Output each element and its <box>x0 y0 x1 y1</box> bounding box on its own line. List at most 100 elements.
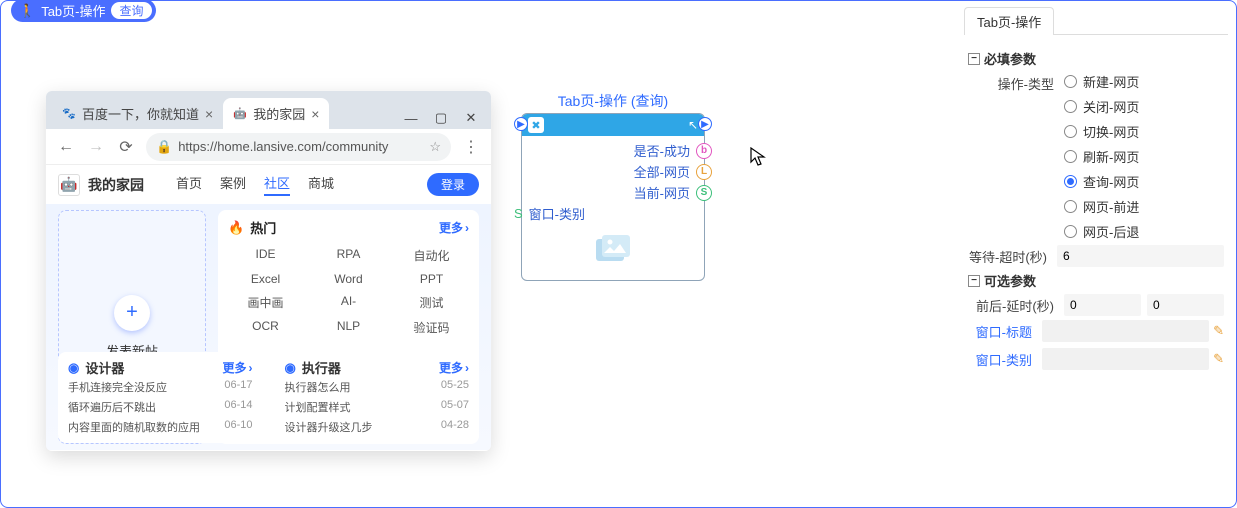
op-type-radio[interactable]: 查询-网页 <box>1064 172 1224 191</box>
edit-icon[interactable]: ✎ <box>1213 351 1224 367</box>
node-output-row[interactable]: 全部-网页 L <box>528 161 698 182</box>
browser-menu-icon[interactable]: ⋮ <box>461 137 481 157</box>
plus-icon: + <box>114 295 150 331</box>
site-logo-icon: 🤖 <box>58 174 80 196</box>
output-label: 是否-成功 <box>634 141 690 160</box>
hot-tag[interactable]: Excel <box>228 270 303 288</box>
login-button[interactable]: 登录 <box>427 173 479 196</box>
more-link[interactable]: 更多 › <box>222 359 252 376</box>
string-port-icon[interactable]: S <box>696 185 712 201</box>
hot-tag[interactable]: Word <box>311 270 386 288</box>
bookmark-star-icon[interactable]: ☆ <box>429 139 441 155</box>
browser-tab[interactable]: 🐾 百度一下，你就知道 × <box>52 98 223 129</box>
nav-item-active[interactable]: 社区 <box>264 173 290 196</box>
exec-out-port[interactable]: ▶ <box>698 117 712 131</box>
section-required[interactable]: − 必填参数 <box>968 49 1224 68</box>
hot-tag[interactable]: 自动化 <box>394 245 469 266</box>
window-class-input[interactable] <box>1042 348 1209 370</box>
field-label-delay: 前后-延时(秒) <box>968 294 1064 315</box>
lock-icon: 🔒 <box>156 139 172 155</box>
card-icon: ◉ <box>68 360 79 376</box>
window-title-input[interactable] <box>1042 320 1209 342</box>
more-link[interactable]: 更多› <box>439 219 469 236</box>
hot-tag[interactable]: IDE <box>228 245 303 266</box>
address-bar[interactable]: 🔒 https://home.lansive.com/community ☆ <box>146 133 451 161</box>
hot-tag[interactable]: RPA <box>311 245 386 266</box>
hot-tag[interactable]: 画中画 <box>228 292 303 313</box>
nav-item[interactable]: 案例 <box>220 173 246 196</box>
string-port-icon[interactable]: S <box>514 206 523 221</box>
list-port-icon[interactable]: L <box>696 164 712 180</box>
radio-label: 切换-网页 <box>1083 122 1139 141</box>
radio-icon <box>1064 225 1077 238</box>
exec-in-port[interactable]: ▶ <box>514 117 528 131</box>
favicon-icon: 🐾 <box>62 107 76 121</box>
hot-tag[interactable]: PPT <box>394 270 469 288</box>
window-minimize-icon[interactable]: — <box>397 107 425 129</box>
node-output-row[interactable]: 是否-成功 b <box>528 140 698 161</box>
nav-forward-icon[interactable]: → <box>86 138 106 156</box>
node-output-row[interactable]: 当前-网页 S <box>528 182 698 203</box>
list-item[interactable]: 循环遍历后不跳出06-14 <box>68 397 253 417</box>
cursor-small-icon: ↖ <box>688 118 698 132</box>
nav-item[interactable]: 首页 <box>176 173 202 196</box>
browser-tab-active[interactable]: 🤖 我的家园 × <box>223 98 329 129</box>
input-label: 窗口-类别 <box>529 204 585 223</box>
properties-panel: Tab页-操作 − 必填参数 操作-类型 新建-网页关闭-网页切换-网页刷新-网… <box>964 7 1236 501</box>
chevron-right-icon: › <box>465 361 469 375</box>
close-icon[interactable]: × <box>205 106 213 122</box>
field-label-wait: 等待-超时(秒) <box>968 245 1057 266</box>
nav-reload-icon[interactable]: ⟳ <box>116 137 136 157</box>
card-icon: ◉ <box>285 360 296 376</box>
list-card: ◉ 设计器 更多 ›手机连接完全没反应06-17循环遍历后不跳出06-14内容里面的… <box>58 352 263 443</box>
radio-icon <box>1064 200 1077 213</box>
nav-back-icon[interactable]: ← <box>56 138 76 156</box>
list-item[interactable]: 手机连接完全没反应06-17 <box>68 377 253 397</box>
node-input-row[interactable]: S 窗口-类别 <box>528 203 698 224</box>
radio-icon <box>1064 175 1077 188</box>
op-type-radio[interactable]: 网页-后退 <box>1064 222 1224 241</box>
nav-item[interactable]: 商城 <box>308 173 334 196</box>
edit-icon[interactable]: ✎ <box>1213 323 1224 339</box>
list-item[interactable]: 内容里面的随机取数的应用06-10 <box>68 417 253 437</box>
delay-before-input[interactable] <box>1064 294 1141 316</box>
collapse-icon[interactable]: − <box>968 275 980 287</box>
collapse-icon[interactable]: − <box>968 53 980 65</box>
op-type-radio[interactable]: 切换-网页 <box>1064 122 1224 141</box>
radio-icon <box>1064 100 1077 113</box>
flow-node[interactable]: Tab页-操作 (查询) ▶ ▶ ✖ ↖ 是否-成功 b 全部-网页 L 当前-… <box>521 91 705 281</box>
tab-label: 百度一下，你就知道 <box>82 104 199 123</box>
hot-tag[interactable]: 测试 <box>394 292 469 313</box>
radio-label: 网页-前进 <box>1083 197 1139 216</box>
section-title: 必填参数 <box>984 49 1036 68</box>
more-link[interactable]: 更多 › <box>439 359 469 376</box>
field-label-window-title: 窗口-标题 <box>968 322 1038 341</box>
bool-port-icon[interactable]: b <box>696 143 712 159</box>
browser-mock: 🐾 百度一下，你就知道 × 🤖 我的家园 × — ▢ ✕ ← → ⟳ <box>46 91 491 451</box>
radio-label: 关闭-网页 <box>1083 97 1139 116</box>
wait-timeout-input[interactable] <box>1057 245 1224 267</box>
list-item[interactable]: 设计器升级这几步04-28 <box>285 417 470 437</box>
flame-icon: 🔥 <box>228 220 244 236</box>
list-card: ◉执行器更多 ›执行器怎么用05-25计划配置样式05-07设计器升级这几步04… <box>275 352 480 443</box>
op-type-radio[interactable]: 关闭-网页 <box>1064 97 1224 116</box>
radio-icon <box>1064 75 1077 88</box>
hot-tag[interactable]: 验证码 <box>394 317 469 338</box>
panel-tab[interactable]: Tab页-操作 <box>964 7 1054 35</box>
op-type-radio[interactable]: 网页-前进 <box>1064 197 1224 216</box>
close-icon[interactable]: × <box>311 106 319 122</box>
delay-after-input[interactable] <box>1147 294 1224 316</box>
op-type-radio[interactable]: 刷新-网页 <box>1064 147 1224 166</box>
op-type-radio[interactable]: 新建-网页 <box>1064 72 1224 91</box>
window-close-icon[interactable]: ✕ <box>457 107 485 129</box>
list-item[interactable]: 计划配置样式05-07 <box>285 397 470 417</box>
window-maximize-icon[interactable]: ▢ <box>427 107 455 129</box>
badge-title: Tab页-操作 <box>41 1 105 20</box>
list-item[interactable]: 执行器怎么用05-25 <box>285 377 470 397</box>
hot-tag[interactable]: AI- <box>311 292 386 313</box>
section-optional[interactable]: − 可选参数 <box>968 271 1224 290</box>
node-header[interactable]: ✖ ↖ <box>522 114 704 136</box>
hot-tag[interactable]: NLP <box>311 317 386 338</box>
list-title: 设计器 <box>85 358 124 377</box>
hot-tag[interactable]: OCR <box>228 317 303 338</box>
